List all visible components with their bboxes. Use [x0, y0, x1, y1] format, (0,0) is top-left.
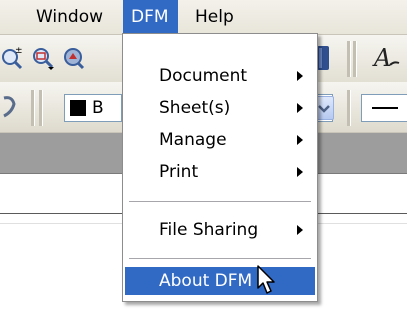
- dfm-dropdown-menu: Document Sheet(s) Manage Print File Shar…: [122, 33, 318, 302]
- menu-item-label: Document: [159, 66, 248, 86]
- toolbar-separator: [31, 90, 35, 126]
- menu-item-label: Manage: [159, 130, 227, 150]
- line-style-field[interactable]: [361, 94, 407, 122]
- zoom-in-icon[interactable]: ±: [0, 45, 26, 76]
- menu-dfm[interactable]: DFM: [123, 0, 178, 34]
- menu-bar: Window DFM Help: [0, 0, 407, 35]
- menu-item-manage[interactable]: Manage: [125, 126, 315, 154]
- menu-divider: [129, 258, 311, 259]
- submenu-arrow-icon: [297, 135, 303, 145]
- text-tool-icon[interactable]: A: [372, 43, 402, 78]
- mouse-pointer-icon: [256, 264, 278, 301]
- svg-text:A: A: [372, 44, 391, 72]
- toolbar-separator: [353, 41, 357, 77]
- toolbar-separator: [347, 90, 351, 126]
- pan-icon[interactable]: [60, 45, 86, 76]
- svg-text:±: ±: [15, 46, 23, 56]
- menu-window[interactable]: Window: [30, 0, 109, 34]
- toolbar-separator: [39, 90, 43, 126]
- menu-item-label: About DFM: [159, 271, 253, 291]
- color-font-field[interactable]: B: [64, 94, 122, 122]
- submenu-arrow-icon: [297, 71, 303, 81]
- color-swatch: [70, 100, 86, 116]
- application-window: Window DFM Help ± A B Document Sheet(s) …: [0, 0, 407, 314]
- menu-item-label: File Sharing: [159, 220, 259, 240]
- submenu-arrow-icon: [297, 103, 303, 113]
- stamp-icon[interactable]: [0, 94, 20, 125]
- menu-item-print[interactable]: Print: [125, 158, 315, 186]
- menu-item-file-sharing[interactable]: File Sharing: [125, 216, 315, 244]
- line-style-preview: [372, 107, 398, 109]
- menu-item-label: Print: [159, 162, 199, 182]
- book-icon[interactable]: [317, 44, 331, 77]
- menu-item-sheets[interactable]: Sheet(s): [125, 94, 315, 122]
- menu-item-document[interactable]: Document: [125, 62, 315, 90]
- menu-item-about-dfm[interactable]: About DFM: [125, 267, 315, 295]
- menu-item-label: Sheet(s): [159, 98, 231, 118]
- menu-divider: [129, 201, 311, 202]
- zoom-area-icon[interactable]: [30, 45, 56, 76]
- menu-help[interactable]: Help: [189, 0, 240, 34]
- font-field-text: B: [92, 98, 104, 118]
- submenu-arrow-icon: [297, 225, 303, 235]
- submenu-arrow-icon: [297, 167, 303, 177]
- toolbar-separator: [347, 41, 351, 77]
